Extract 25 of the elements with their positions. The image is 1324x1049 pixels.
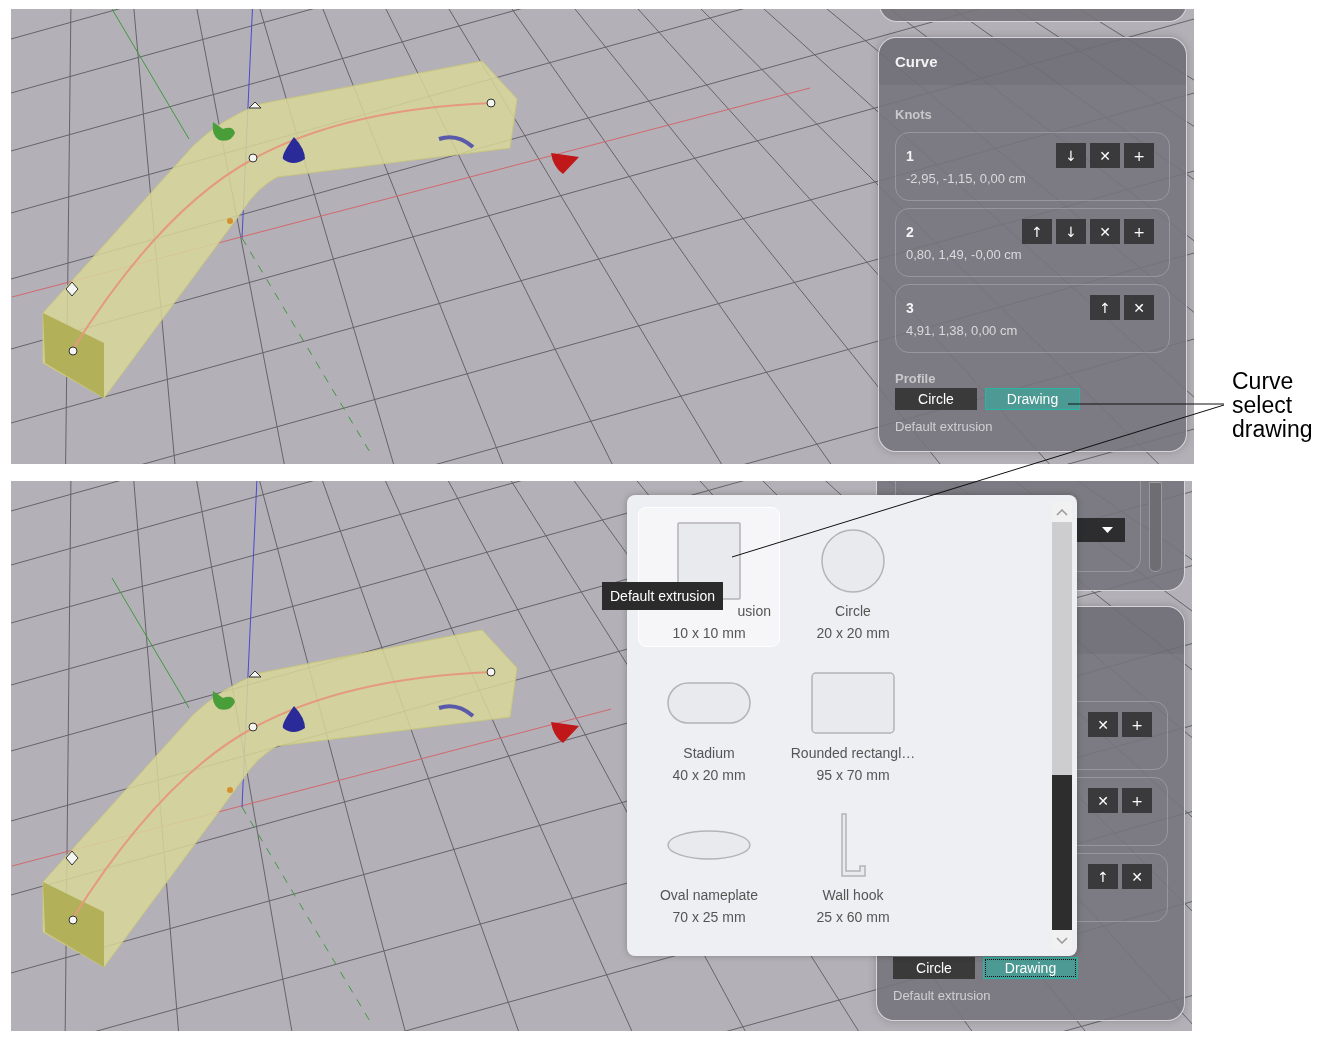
tile-name: Circle xyxy=(835,603,871,619)
tile-size: 95 x 70 mm xyxy=(816,767,890,783)
tile-size: 70 x 25 mm xyxy=(672,909,746,925)
tile-size: 40 x 20 mm xyxy=(672,767,746,783)
tile-size: 25 x 60 mm xyxy=(816,909,890,925)
section-label: Profile xyxy=(895,371,937,386)
tile-size: 20 x 20 mm xyxy=(816,625,890,641)
knot-number: 1 xyxy=(906,147,914,164)
knot-number: 2 xyxy=(906,223,914,240)
tile-size: 10 x 10 mm xyxy=(672,625,746,641)
tile-name: usion xyxy=(737,603,772,619)
knot-coordinates: 0,80, 1,49, -0,00 cm xyxy=(906,247,1023,262)
profile-name: Default extrusion xyxy=(893,988,992,1003)
tile-name: Rounded rectangl… xyxy=(790,745,916,761)
tile-name: Wall hook xyxy=(822,887,884,903)
tile-name: Stadium xyxy=(683,745,735,761)
tile-name: Oval nameplate xyxy=(659,887,759,903)
profile-name: Default extrusion xyxy=(895,419,994,434)
knot-number: 3 xyxy=(906,299,914,316)
knot-coordinates: 4,91, 1,38, 0,00 cm xyxy=(906,323,1019,338)
section-label: Knots xyxy=(895,107,933,122)
knot-coordinates: -2,95, -1,15, 0,00 cm xyxy=(906,171,1027,186)
tooltip: Default extrusion xyxy=(602,582,724,610)
callout-text: Curve select drawing xyxy=(1232,369,1314,444)
panel-title: Curve xyxy=(895,53,938,71)
